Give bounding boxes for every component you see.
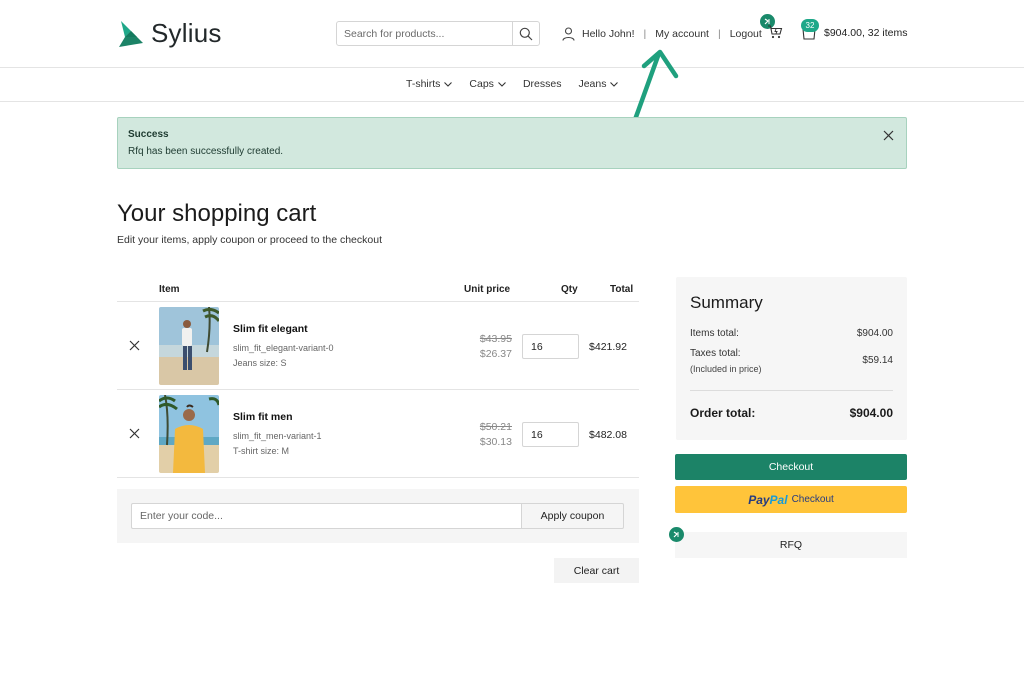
menu-item-tshirts[interactable]: T-shirts [406, 78, 453, 90]
header: Sylius Hello John! | My account | Logout [0, 0, 1024, 68]
page-title: Your shopping cart [117, 200, 317, 227]
alert-title: Success [128, 129, 169, 140]
main-menu: T-shirts Caps Dresses Jeans [0, 68, 1024, 102]
close-icon [129, 428, 140, 439]
menu-item-jeans[interactable]: Jeans [578, 78, 619, 90]
checkout-button[interactable]: Checkout [675, 454, 907, 480]
taxes-total-value: $59.14 [862, 355, 893, 366]
items-total-label: Items total: [690, 328, 739, 339]
my-account-link[interactable]: My account [655, 28, 709, 40]
remove-item-button[interactable] [129, 428, 140, 442]
variant-code: slim_fit_men-variant-1 [233, 431, 322, 441]
summary-panel: Summary Items total: $904.00 Taxes total… [676, 277, 907, 440]
product-image[interactable] [159, 307, 219, 385]
sylius-logo-icon [119, 20, 143, 47]
success-alert: Success Rfq has been successfully create… [117, 117, 907, 169]
paypal-checkout-label: Checkout [791, 494, 834, 505]
column-header-unit-price: Unit price [464, 284, 511, 295]
alert-message: Rfq has been successfully created. [128, 146, 284, 157]
search-input[interactable] [337, 22, 512, 45]
product-name[interactable]: Slim fit elegant [233, 323, 308, 335]
clear-cart-button[interactable]: Clear cart [554, 558, 639, 583]
column-header-qty: Qty [561, 284, 578, 295]
cart-count-badge: 32 [801, 19, 819, 32]
original-price: $50.21 [479, 421, 512, 433]
plugin-badge-icon [669, 527, 684, 542]
variant-code: slim_fit_elegant-variant-0 [233, 343, 334, 353]
menu-item-label: Jeans [578, 78, 607, 90]
coupon-section: Apply coupon [117, 489, 639, 543]
coupon-input[interactable] [131, 503, 521, 529]
table-row: Slim fit men slim_fit_men-variant-1 T-sh… [117, 390, 639, 478]
user-icon [562, 27, 575, 41]
column-header-total: Total [610, 284, 634, 295]
taxes-note: (Included in price) [690, 364, 762, 374]
chevron-down-icon [444, 81, 453, 87]
column-header-item: Item [159, 284, 180, 295]
search-icon [519, 27, 533, 40]
cart-summary[interactable]: $904.00, 32 items [824, 27, 907, 39]
order-total-label: Order total: [690, 406, 756, 420]
rfq-button[interactable]: RFQ [675, 532, 907, 558]
summary-title: Summary [690, 293, 763, 312]
close-icon [129, 340, 140, 351]
menu-item-caps[interactable]: Caps [469, 78, 506, 90]
nav-separator: | [643, 28, 647, 40]
chevron-down-icon [610, 81, 619, 87]
greeting-text: Hello John! [582, 28, 635, 40]
original-price: $43.95 [479, 333, 512, 345]
logo-text: Sylius [151, 18, 222, 48]
product-photo-beach-man-icon [159, 307, 219, 385]
page-subtitle: Edit your items, apply coupon or proceed… [117, 234, 382, 246]
unit-price: $30.13 [479, 436, 512, 448]
taxes-total-label: Taxes total: [690, 348, 741, 359]
logo[interactable]: Sylius [117, 18, 222, 49]
product-name[interactable]: Slim fit men [233, 411, 293, 423]
remove-item-button[interactable] [129, 340, 140, 354]
menu-item-label: T-shirts [406, 78, 441, 90]
product-image[interactable] [159, 395, 219, 473]
search-box [336, 21, 540, 46]
variant-option: T-shirt size: M [233, 446, 290, 456]
paypal-logo-pal: Pal [769, 492, 788, 507]
quantity-input[interactable] [522, 334, 579, 359]
quick-cart-button[interactable] [767, 24, 783, 43]
table-row: Slim fit elegant slim_fit_elegant-varian… [117, 302, 639, 390]
menu-item-dresses[interactable]: Dresses [523, 78, 562, 90]
summary-divider [690, 390, 893, 391]
paypal-logo-pay: Pay [748, 492, 770, 507]
row-total: $421.92 [589, 341, 627, 353]
alert-close-button[interactable] [883, 130, 894, 144]
apply-coupon-button[interactable]: Apply coupon [521, 503, 624, 529]
unit-price: $26.37 [479, 348, 512, 360]
quantity-input[interactable] [522, 422, 579, 447]
product-photo-yellow-shirt-man-icon [159, 395, 219, 473]
logout-link[interactable]: Logout [730, 28, 762, 40]
chevron-down-icon [498, 81, 506, 87]
row-total: $482.08 [589, 429, 627, 441]
cart-lightning-icon [768, 25, 783, 39]
user-nav: Hello John! | My account | Logout [562, 27, 762, 41]
order-total-value: $904.00 [849, 406, 893, 420]
close-icon [883, 130, 894, 141]
search-button[interactable] [512, 22, 539, 45]
nav-separator: | [717, 28, 721, 40]
menu-item-label: Dresses [522, 78, 562, 90]
menu-item-label: Caps [469, 78, 494, 90]
variant-option: Jeans size: S [233, 358, 287, 368]
paypal-checkout-button[interactable]: Pay Pal Checkout [675, 486, 907, 513]
items-total-value: $904.00 [856, 328, 893, 339]
